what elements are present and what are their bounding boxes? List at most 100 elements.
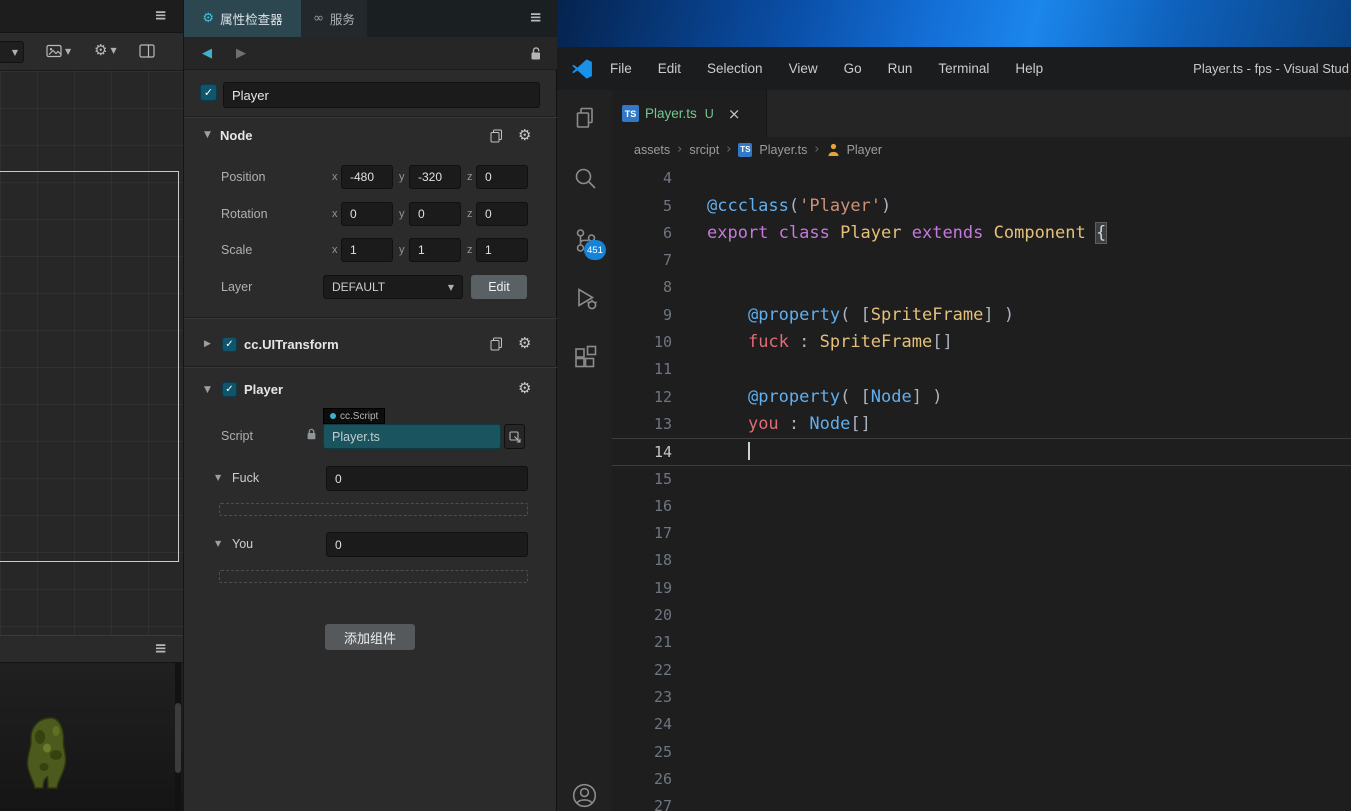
edit-button-label: Edit: [488, 280, 510, 294]
line-number: 20: [653, 606, 672, 625]
code-line-6[interactable]: 6 export class Player extends Component {: [612, 220, 1351, 247]
code-line-27[interactable]: 27: [612, 793, 1351, 811]
code-line-18[interactable]: 18: [612, 547, 1351, 574]
axis-y-label: y: [399, 208, 405, 220]
code-line-8[interactable]: 8: [612, 274, 1351, 301]
prop-fuck-input[interactable]: [326, 466, 528, 491]
layer-dropdown[interactable]: DEFAULT ▼: [323, 275, 463, 299]
breadcrumb-srcipt[interactable]: srcipt: [689, 143, 719, 157]
add-component-button[interactable]: 添加组件: [325, 624, 415, 650]
code-line-11[interactable]: 11: [612, 356, 1351, 383]
script-asset-field[interactable]: Player.ts: [323, 424, 501, 449]
menu-edit[interactable]: Edit: [645, 61, 694, 76]
line-number: 14: [653, 443, 672, 462]
scene-settings-dropdown[interactable]: ⚙ ▼: [94, 41, 117, 59]
uitransform-gear-icon[interactable]: ⚙: [518, 336, 531, 351]
preview-scrollbar-thumb[interactable]: [175, 703, 181, 773]
copy-component-icon[interactable]: [490, 129, 503, 143]
line-number: 26: [653, 769, 672, 788]
code-line-7[interactable]: 7: [612, 247, 1351, 274]
copy-component-icon[interactable]: [490, 337, 503, 351]
node-settings-gear-icon[interactable]: ⚙: [518, 128, 531, 143]
position-x-input[interactable]: [341, 165, 393, 189]
menu-run[interactable]: Run: [875, 61, 926, 76]
code-line-22[interactable]: 22: [612, 657, 1351, 684]
search-icon[interactable]: [557, 154, 612, 202]
menu-selection[interactable]: Selection: [694, 61, 776, 76]
code-line-9[interactable]: 9 @property( [SpriteFrame] ): [612, 302, 1351, 329]
node-name-input[interactable]: [223, 82, 540, 108]
chevron-down-icon: ▼: [110, 45, 117, 55]
tab-inspector[interactable]: ⚙ 属性检查器: [184, 0, 301, 37]
menu-terminal[interactable]: Terminal: [925, 61, 1002, 76]
layout-panel-button[interactable]: [139, 43, 155, 59]
menu-go[interactable]: Go: [831, 61, 875, 76]
code-line-5[interactable]: 5 @ccclass('Player'): [612, 193, 1351, 220]
history-forward-icon[interactable]: ▶: [236, 46, 246, 61]
breadcrumb-assets[interactable]: assets: [634, 143, 670, 157]
code-line-17[interactable]: 17: [612, 520, 1351, 547]
run-debug-icon[interactable]: [557, 274, 612, 322]
code-line-4[interactable]: 4: [612, 165, 1351, 192]
menu-help[interactable]: Help: [1002, 61, 1056, 76]
rotation-y-input[interactable]: [409, 202, 461, 226]
code-line-13[interactable]: 13 you : Node[]: [612, 411, 1351, 438]
panel-menu-icon[interactable]: ≡: [154, 8, 167, 23]
player-enabled-checkbox[interactable]: ✓: [222, 382, 237, 397]
code-line-20[interactable]: 20: [612, 602, 1351, 629]
collapse-icon[interactable]: ▼: [215, 473, 221, 482]
rotation-x-input[interactable]: [341, 202, 393, 226]
scene-viewport[interactable]: [0, 71, 183, 635]
close-icon[interactable]: ×: [728, 105, 741, 123]
code-line-23[interactable]: 23: [612, 684, 1351, 711]
breadcrumb-symbol[interactable]: Player: [847, 143, 882, 157]
vscode-titlebar[interactable]: [557, 0, 1351, 47]
breadcrumb-file[interactable]: Player.ts: [759, 143, 807, 157]
collapse-icon[interactable]: ▼: [204, 130, 211, 140]
menu-view[interactable]: View: [776, 61, 831, 76]
code-line-12[interactable]: 12 @property( [Node] ): [612, 384, 1351, 411]
scene-mode-dropdown[interactable]: ▼: [0, 41, 24, 63]
scale-y-input[interactable]: [409, 238, 461, 262]
scale-z-input[interactable]: [476, 238, 528, 262]
script-picker-button[interactable]: [504, 424, 525, 449]
position-z-input[interactable]: [476, 165, 528, 189]
unlock-icon[interactable]: [529, 46, 542, 61]
code-line-24[interactable]: 24: [612, 711, 1351, 738]
code-line-25[interactable]: 25: [612, 739, 1351, 766]
position-y-input[interactable]: [409, 165, 461, 189]
source-control-icon[interactable]: 451: [557, 216, 612, 264]
collapse-icon[interactable]: ▼: [215, 539, 221, 548]
rotation-z-input[interactable]: [476, 202, 528, 226]
code-line-15[interactable]: 15: [612, 466, 1351, 493]
axis-x-label: x: [332, 208, 338, 220]
collapse-icon[interactable]: ▼: [204, 385, 211, 395]
code-line-10[interactable]: 10 fuck : SpriteFrame[]: [612, 329, 1351, 356]
code-line-16[interactable]: 16: [612, 493, 1351, 520]
chevron-right-icon: ›: [814, 142, 820, 157]
panel-menu-icon[interactable]: ≡: [154, 641, 167, 656]
player-gear-icon[interactable]: ⚙: [518, 381, 531, 396]
prop-you-input[interactable]: [326, 532, 528, 557]
node-active-checkbox[interactable]: ✓: [200, 84, 217, 101]
menu-file[interactable]: File: [597, 61, 645, 76]
scale-x-input[interactable]: [341, 238, 393, 262]
code-editor[interactable]: 3const { ccclass, property } = _decorato…: [612, 162, 1351, 811]
code-line-19[interactable]: 19: [612, 575, 1351, 602]
gizmo-view-dropdown[interactable]: ▼: [46, 43, 71, 59]
tab-player-ts[interactable]: TS Player.ts U ×: [612, 90, 767, 137]
tab-service[interactable]: ∞ 服务: [301, 0, 367, 37]
explorer-icon[interactable]: [557, 94, 612, 142]
code-line-14[interactable]: 14: [612, 438, 1351, 466]
account-icon[interactable]: [557, 771, 612, 811]
layer-edit-button[interactable]: Edit: [471, 275, 527, 299]
code-line-26[interactable]: 26: [612, 766, 1351, 793]
history-back-icon[interactable]: ◀: [202, 46, 212, 61]
extensions-icon[interactable]: [557, 334, 612, 382]
uitransform-enabled-checkbox[interactable]: ✓: [222, 337, 237, 352]
code-line-21[interactable]: 21: [612, 629, 1351, 656]
layer-label: Layer: [221, 280, 253, 294]
expand-icon[interactable]: ▶: [204, 339, 211, 349]
asset-preview-panel: [0, 663, 183, 811]
panel-menu-icon[interactable]: ≡: [529, 10, 542, 25]
